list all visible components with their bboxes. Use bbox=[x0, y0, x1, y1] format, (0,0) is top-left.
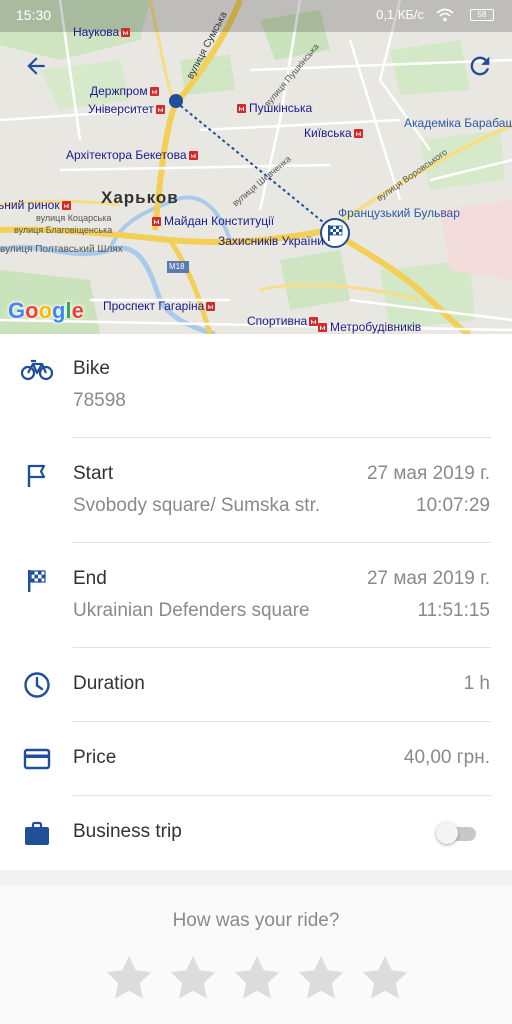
end-location: Ukrainian Defenders square bbox=[73, 600, 310, 621]
checkered-flag-icon bbox=[328, 225, 343, 241]
map-label-universytet: Університет bbox=[88, 102, 165, 116]
credit-card-icon bbox=[20, 742, 54, 776]
divider bbox=[73, 721, 491, 722]
end-date: 27 мая 2019 г. bbox=[366, 568, 490, 589]
status-bar: 15:30 0,1 КБ/с 58 bbox=[0, 0, 512, 32]
metro-icon bbox=[237, 104, 246, 114]
star-icon[interactable] bbox=[359, 952, 411, 1004]
map-label-m18: M18 bbox=[169, 262, 185, 271]
divider bbox=[73, 437, 491, 438]
map-label-blahovishchenska-street: вулиця Благовіщенська bbox=[14, 225, 113, 235]
checkered-flag-icon bbox=[20, 564, 54, 598]
google-logo: Google bbox=[8, 298, 84, 323]
ride-details: Bike 78598 Start Svobody square/ Sumska … bbox=[0, 334, 512, 870]
map-label-sportyvna: Спортивна bbox=[247, 314, 319, 328]
metro-icon bbox=[206, 302, 216, 312]
map-label-maidan: Майдан Конституції bbox=[152, 214, 274, 228]
map-label-pushkinska: Пушкінська bbox=[237, 101, 312, 115]
star-icon[interactable] bbox=[231, 952, 283, 1004]
duration-label: Duration bbox=[73, 673, 145, 694]
start-label: Start bbox=[73, 463, 114, 484]
map-label-frantsuzkyi: Французький Бульвар bbox=[338, 206, 460, 220]
map-background bbox=[0, 0, 512, 334]
map-label-haharina: Проспект Гагаріна bbox=[103, 299, 216, 313]
map-label-akademika: Академіка Барабашова bbox=[404, 116, 512, 130]
star-icon[interactable] bbox=[167, 952, 219, 1004]
business-trip-label: Business trip bbox=[73, 821, 182, 842]
divider bbox=[73, 795, 491, 796]
price-value: 40,00 грн. bbox=[403, 747, 490, 768]
map-label-beketova: Архітектора Бекетова bbox=[66, 148, 198, 162]
refresh-button[interactable] bbox=[462, 48, 498, 84]
clock-icon bbox=[20, 668, 54, 702]
map-label-zakhysnykiv: Захисників України bbox=[218, 234, 324, 248]
end-label: End bbox=[73, 568, 107, 589]
route-map[interactable]: Наукова Держпром Університет Пушкінська … bbox=[0, 0, 512, 334]
start-location: Svobody square/ Sumska str. bbox=[73, 495, 321, 516]
star-icon[interactable] bbox=[295, 952, 347, 1004]
back-arrow-icon bbox=[27, 57, 45, 75]
metro-icon bbox=[188, 151, 198, 161]
bike-label: Bike bbox=[73, 358, 110, 379]
metro-icon bbox=[318, 323, 327, 333]
rating-question: How was your ride? bbox=[172, 910, 340, 931]
duration-value: 1 h bbox=[463, 673, 490, 694]
map-label-derzhprom: Держпром bbox=[90, 84, 159, 98]
flag-icon bbox=[20, 459, 54, 493]
bike-number: 78598 bbox=[73, 390, 126, 411]
metro-icon bbox=[61, 201, 71, 211]
status-network-speed: 0,1 КБ/с bbox=[376, 7, 424, 22]
map-label-metrobudivnykiv: Метробудівників bbox=[318, 320, 421, 334]
business-trip-toggle[interactable] bbox=[436, 822, 478, 844]
map-label-kotsarska-street: вулиця Коцарська bbox=[36, 213, 112, 223]
map-label-rynok: Центральний ринок bbox=[0, 198, 71, 212]
star-icon[interactable] bbox=[103, 952, 155, 1004]
start-time: 10:07:29 bbox=[416, 495, 490, 516]
battery-icon: 58 bbox=[470, 9, 494, 21]
map-label-kharkov: Харьков bbox=[101, 188, 179, 207]
map-label-kyivska: Київська bbox=[304, 126, 363, 140]
briefcase-icon bbox=[20, 817, 54, 851]
metro-icon bbox=[152, 217, 161, 227]
divider bbox=[73, 542, 491, 543]
metro-icon bbox=[155, 105, 165, 115]
end-time: 11:51:15 bbox=[417, 600, 490, 621]
metro-icon bbox=[353, 129, 363, 139]
toggle-knob bbox=[436, 822, 458, 844]
star-rating[interactable] bbox=[103, 952, 413, 1008]
rating-section: How was your ride? bbox=[0, 886, 512, 1024]
refresh-icon bbox=[470, 56, 490, 76]
bicycle-icon bbox=[20, 353, 54, 387]
back-button[interactable] bbox=[18, 48, 54, 84]
metro-icon bbox=[309, 317, 319, 327]
status-time: 15:30 bbox=[16, 7, 52, 23]
wifi-icon bbox=[436, 8, 454, 22]
price-label: Price bbox=[73, 747, 117, 768]
end-marker bbox=[320, 218, 350, 248]
map-label-poltavskyi: вулиця Полтавський Шлях bbox=[0, 244, 123, 255]
metro-icon bbox=[149, 87, 159, 97]
start-date: 27 мая 2019 г. bbox=[366, 463, 490, 484]
divider bbox=[73, 647, 491, 648]
